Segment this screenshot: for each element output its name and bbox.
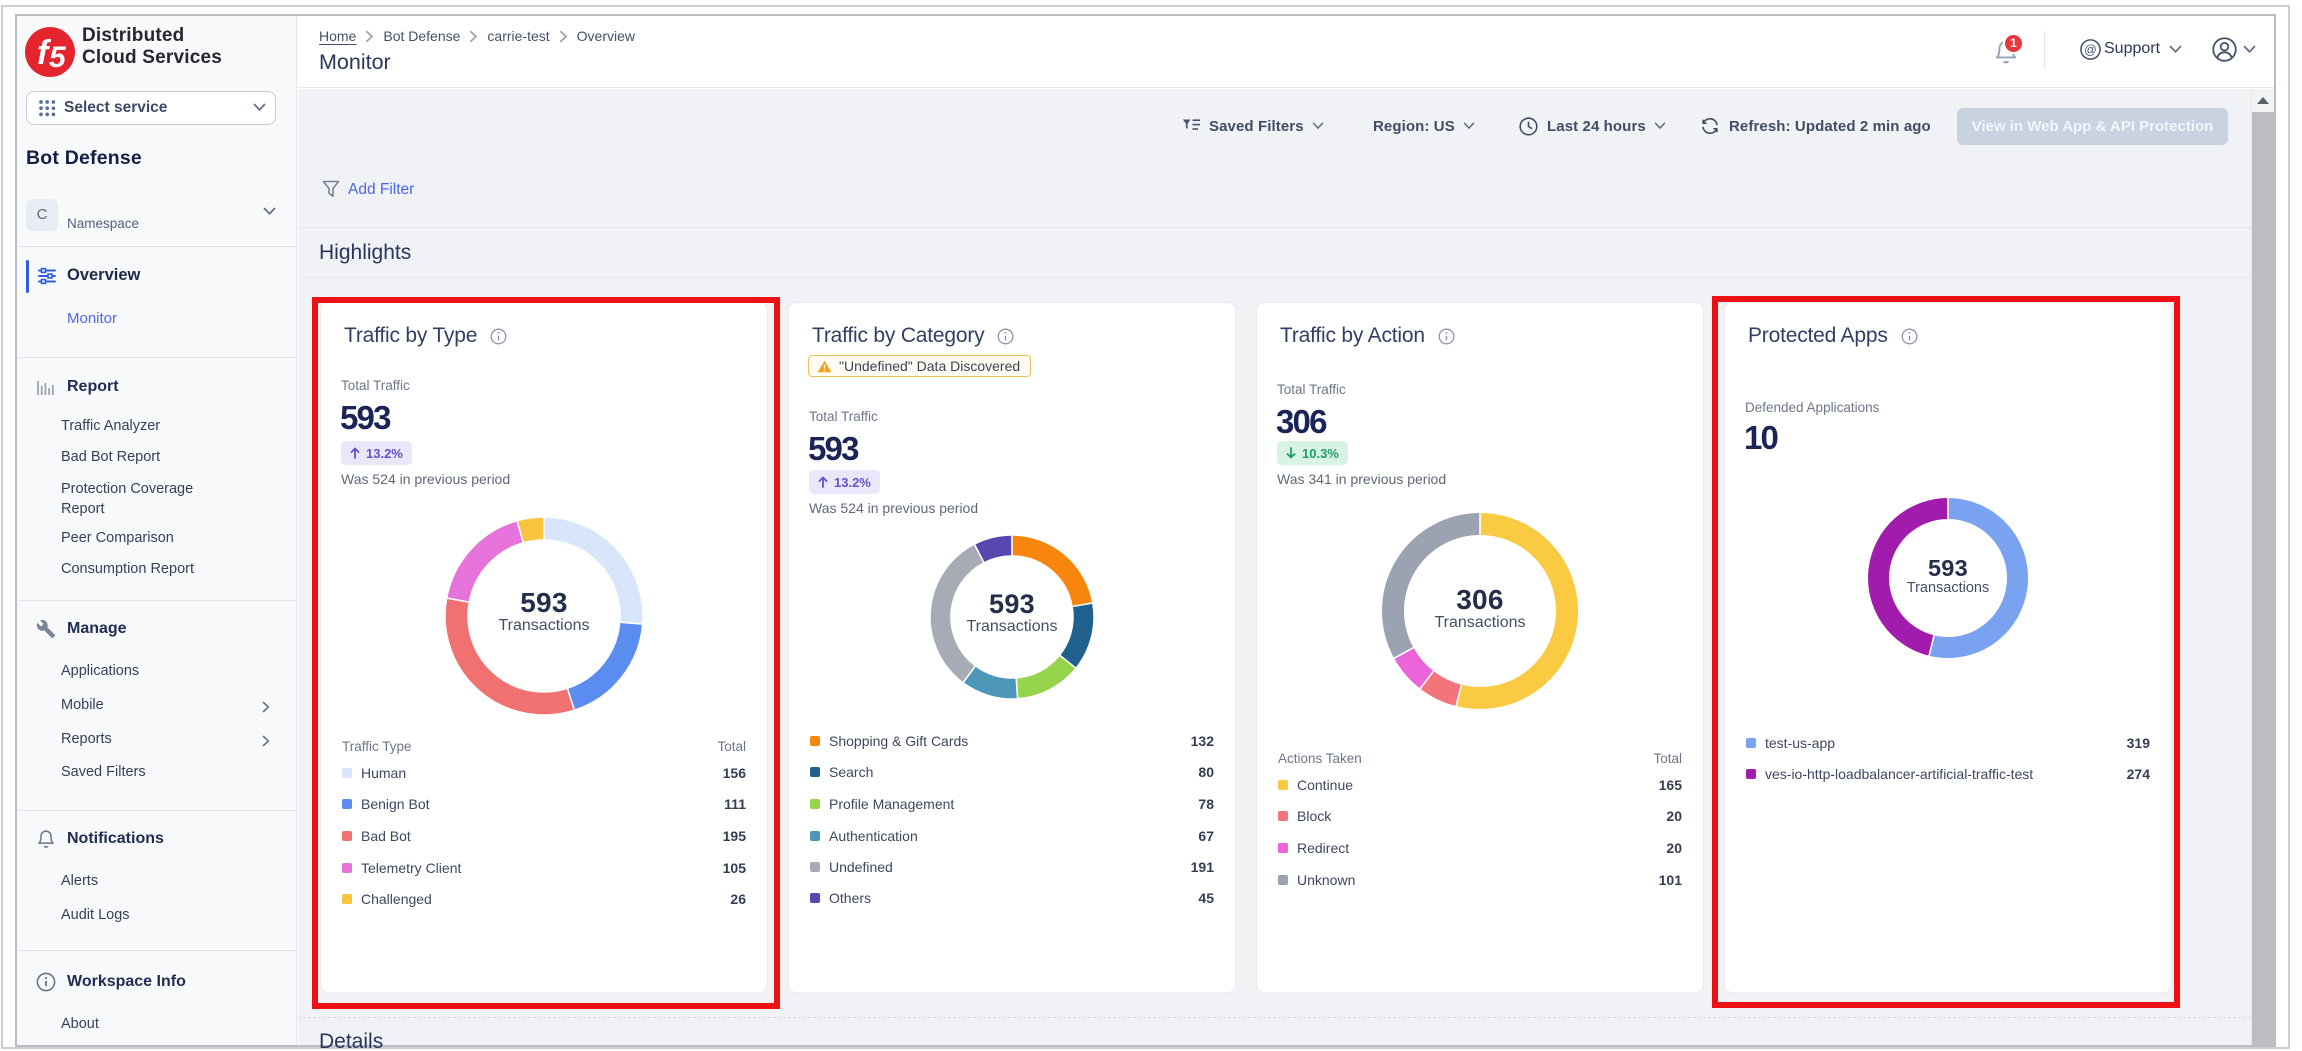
svg-text:5: 5 [49, 41, 67, 74]
svg-text:@: @ [2084, 43, 2097, 57]
